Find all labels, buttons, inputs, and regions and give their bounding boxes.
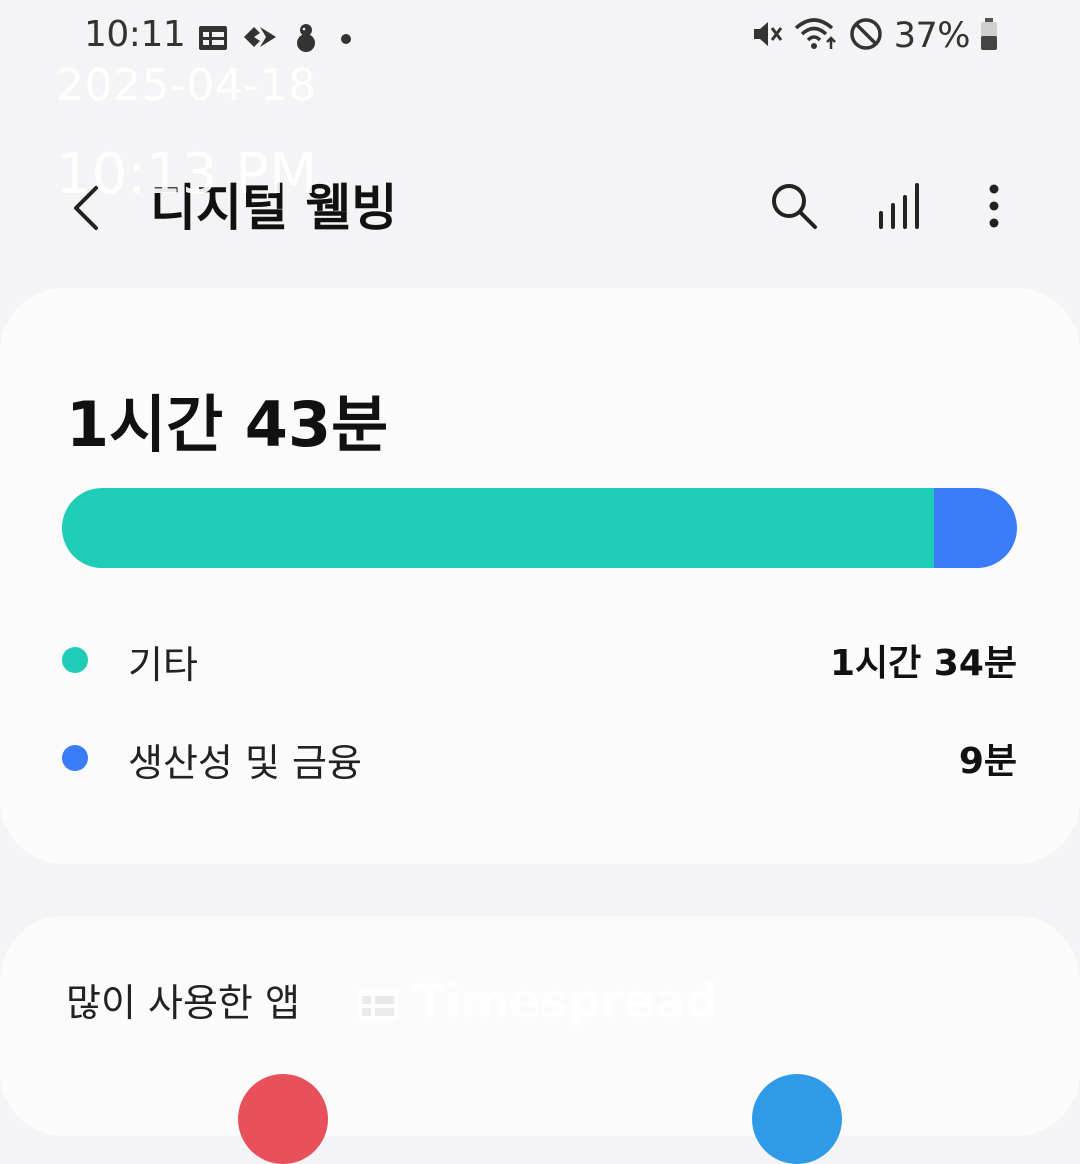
battery-percent: 37% [893,16,971,56]
calendar-icon [198,23,228,55]
legend-value: 1시간 34분 [829,643,1017,684]
watermark-text: Timespread [414,974,719,1028]
legend-item-other: 기타 1시간 34분 [62,630,1017,690]
most-used-apps-heading: 많이 사용한 앱 [66,981,300,1025]
status-time: 10:11 [84,14,186,55]
status-right: 37% [750,16,998,56]
snowman-icon [292,22,320,56]
dot-icon [334,23,358,55]
usage-bar [62,488,1017,568]
legend-value: 9분 [958,741,1017,782]
bar-chart-icon [879,183,919,229]
do-not-disturb-icon [848,16,884,56]
diamond-arrows-icon [242,23,278,55]
watermark: Timespread [356,974,718,1028]
search-icon [772,184,817,229]
screen-time-summary-card[interactable]: 1시간 43분 기타 1시간 34분 생산성 및 금융 9분 [0,288,1080,864]
usage-segment [933,488,1017,568]
more-vertical-icon [989,184,999,228]
app-icon[interactable] [752,1074,842,1164]
watermark-logo-icon [356,981,400,1022]
overlay-time: 10:13 PM [56,142,318,207]
statistics-button[interactable] [868,174,932,238]
battery-icon [980,17,998,55]
notification-icons [198,22,358,56]
legend-dot [62,647,88,673]
more-options-button[interactable] [962,174,1026,238]
mute-icon [750,17,784,55]
wifi-icon [794,16,838,56]
overlay-date: 2025-04-18 [56,60,317,111]
legend-item-productivity-finance: 생산성 및 금융 9분 [62,728,1017,788]
app-icon[interactable] [238,1074,328,1164]
legend-label: 기타 [128,643,198,687]
legend-label: 생산성 및 금융 [128,741,362,785]
search-button[interactable] [762,174,826,238]
legend-dot [62,745,88,771]
total-screen-time: 1시간 43분 [66,388,389,461]
usage-segment [62,488,934,568]
